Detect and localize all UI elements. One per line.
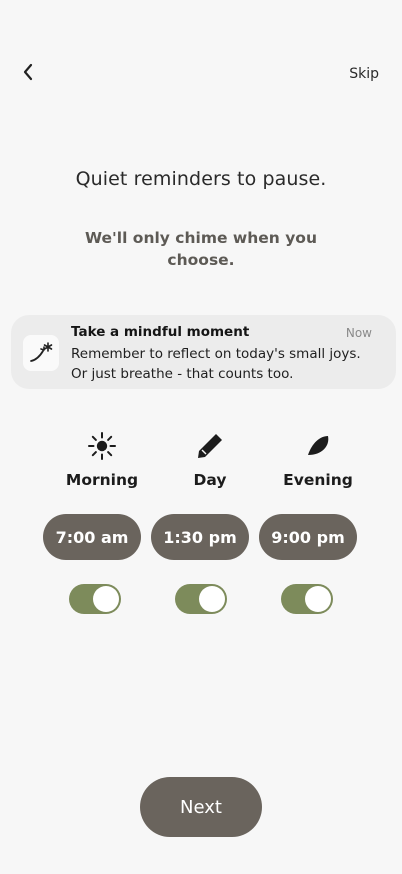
- toggle-knob: [305, 586, 331, 612]
- notification-body: Remember to reflect on today's small joy…: [71, 344, 381, 384]
- sun-icon: [42, 428, 162, 464]
- slot-evening: Evening 9:00 pm: [258, 428, 378, 618]
- skip-button[interactable]: Skip: [349, 66, 379, 82]
- sparkle-arrow-icon: [23, 335, 59, 371]
- back-button[interactable]: [16, 61, 42, 87]
- notification-title: Take a mindful moment: [71, 324, 250, 340]
- page-title: Quiet reminders to pause.: [75, 168, 327, 190]
- toggle-day[interactable]: [175, 584, 227, 614]
- slot-label-evening: Evening: [283, 471, 353, 489]
- time-picker-morning[interactable]: 7:00 am: [43, 514, 141, 560]
- toggle-knob: [93, 586, 119, 612]
- half-moon-icon: [258, 428, 378, 464]
- time-picker-day[interactable]: 1:30 pm: [151, 514, 249, 560]
- notification-preview: Take a mindful moment Now Remember to re…: [11, 315, 396, 389]
- slot-label-morning: Morning: [65, 471, 139, 489]
- chevron-left-icon: [22, 63, 36, 85]
- pencil-icon: [150, 428, 270, 464]
- page-subtitle: We'll only chime when you choose.: [84, 229, 317, 269]
- time-picker-evening[interactable]: 9:00 pm: [259, 514, 357, 560]
- next-button[interactable]: Next: [140, 777, 262, 837]
- slot-morning: Morning 7:00 am: [42, 428, 162, 618]
- top-bar: Skip: [0, 0, 402, 110]
- slot-day: Day 1:30 pm: [150, 428, 270, 618]
- slot-label-day: Day: [193, 471, 227, 489]
- toggle-evening[interactable]: [281, 584, 333, 614]
- toggle-knob: [199, 586, 225, 612]
- notification-time: Now: [345, 326, 372, 340]
- notification-body-line: Remember to reflect on today's small joy…: [71, 346, 361, 362]
- toggle-morning[interactable]: [69, 584, 121, 614]
- notification-body-line: Or just breathe - that counts too.: [71, 366, 294, 382]
